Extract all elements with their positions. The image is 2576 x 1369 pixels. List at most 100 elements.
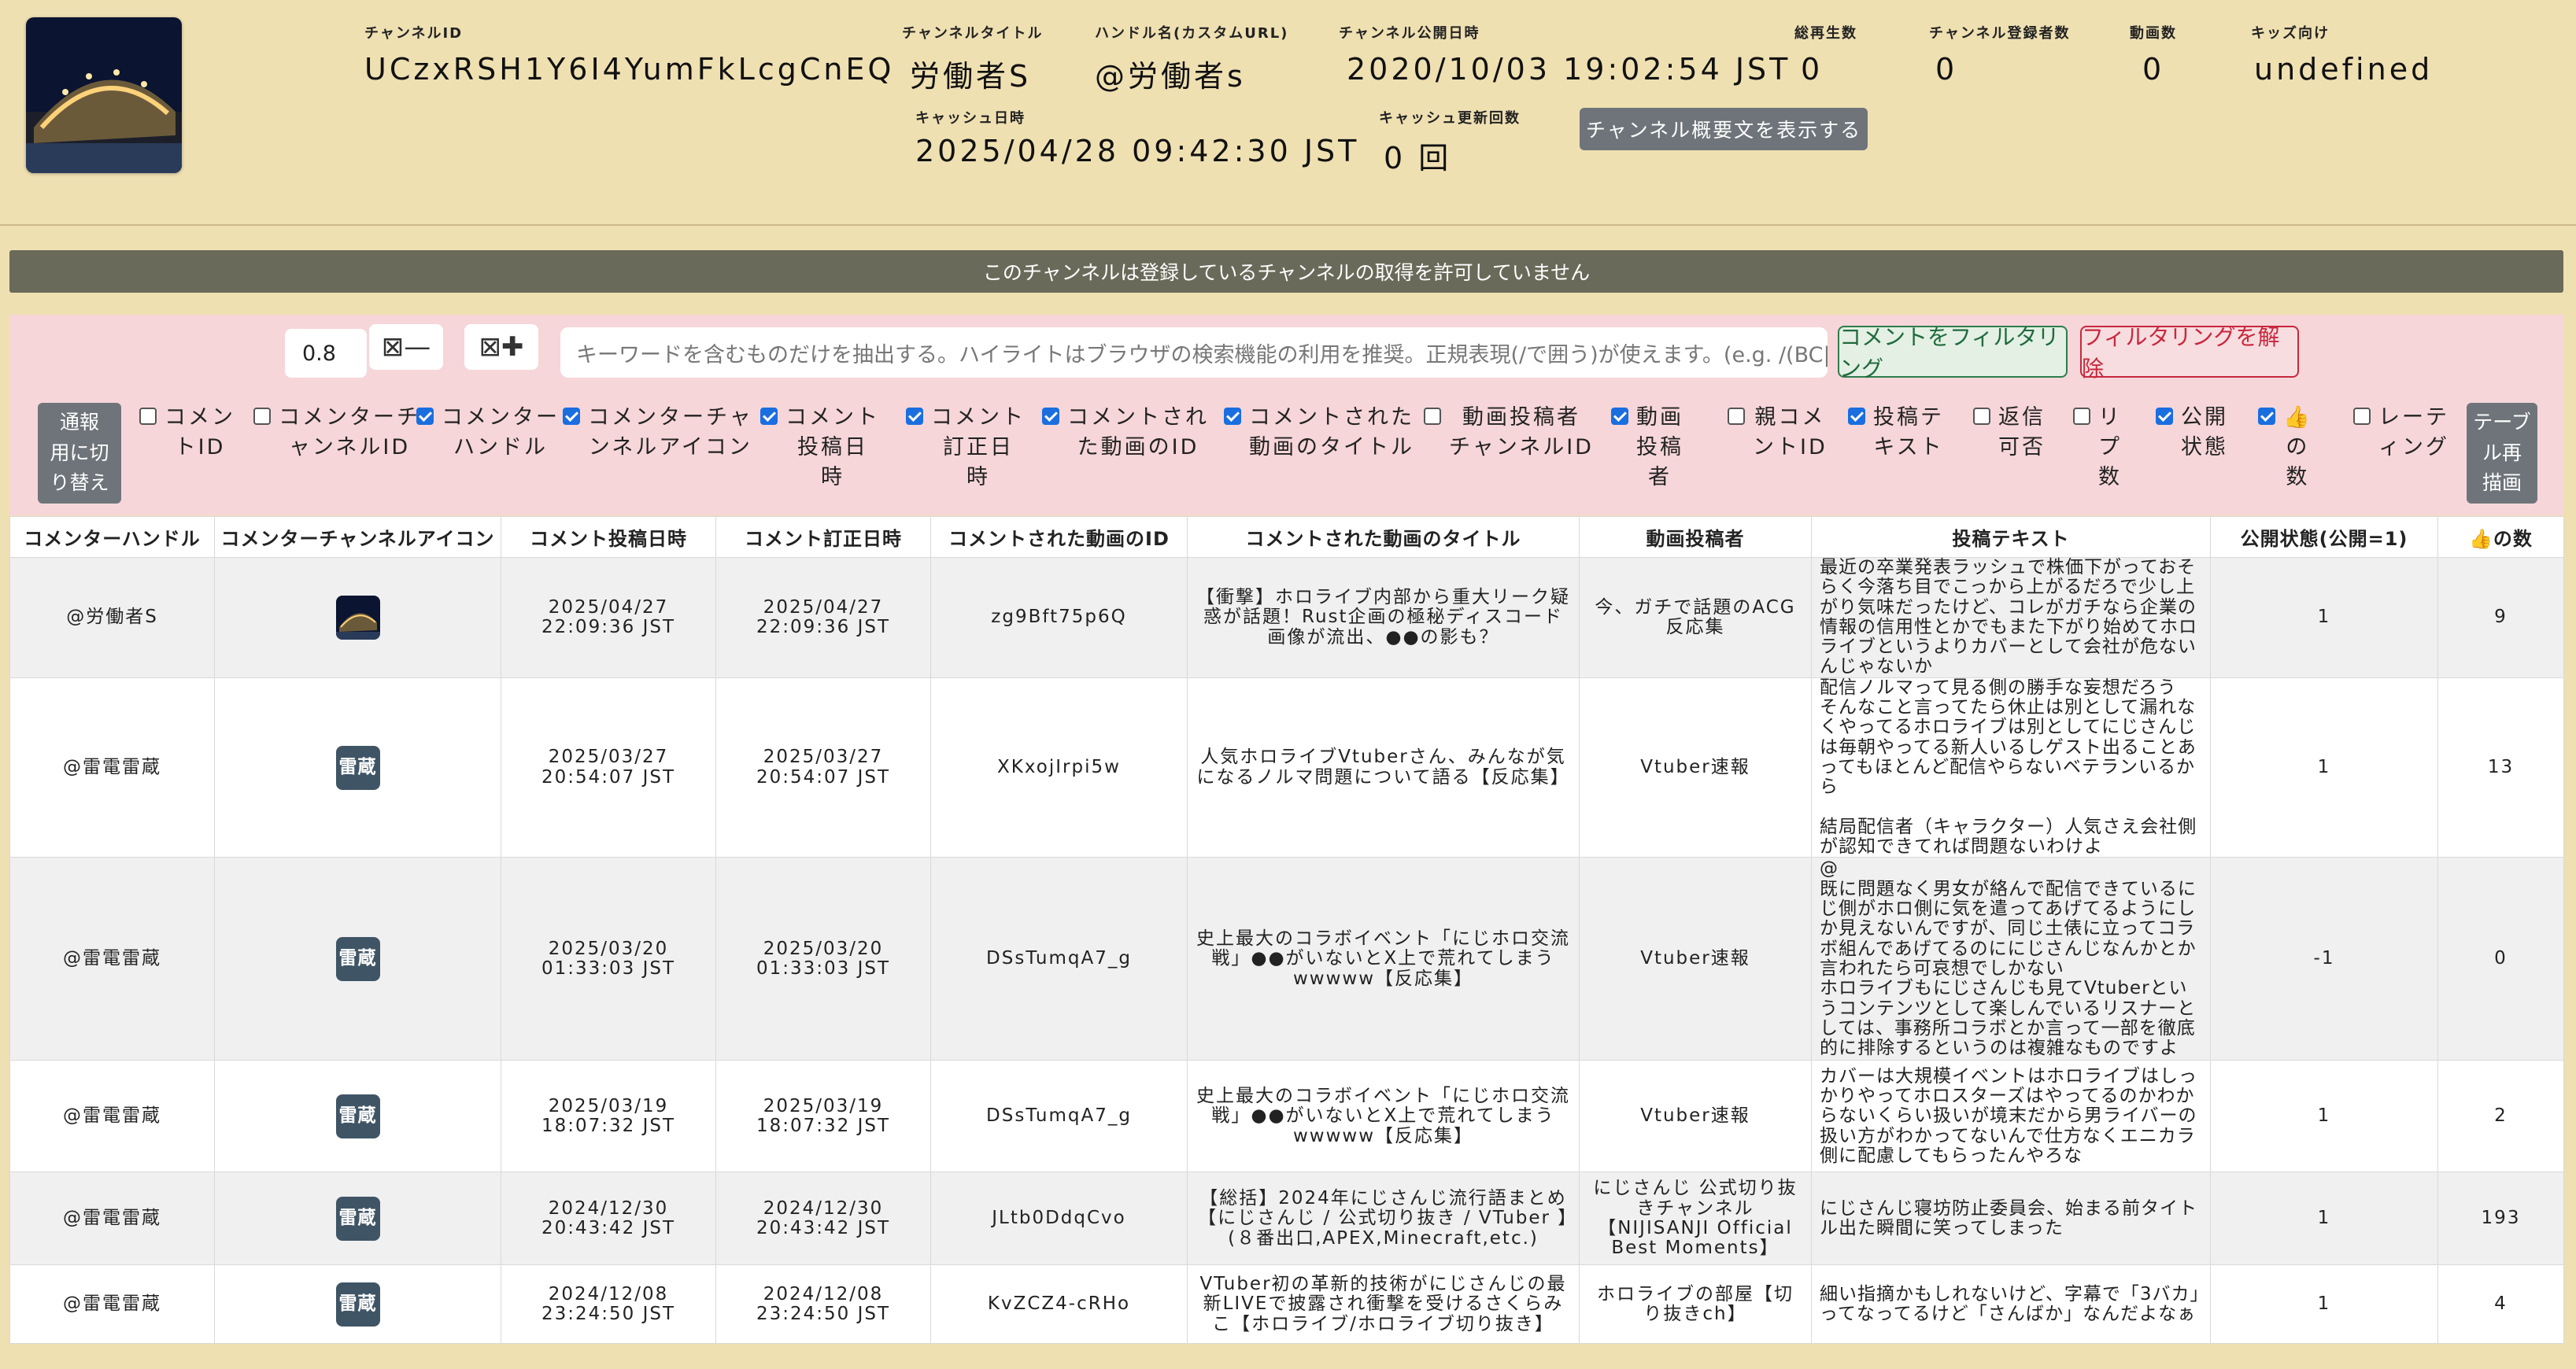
table-row[interactable]: @雷電雷蔵 雷蔵 2025/03/27 20:54:07 JST 2025/03/27… [9,677,2564,858]
column-toggle[interactable]: コメント 投稿日 時 [760,403,880,492]
table-row[interactable]: @雷電雷蔵 雷蔵 2024/12/08 23:24:50 JST 2024/12/08… [9,1264,2564,1345]
column-toggle[interactable]: コメントされた 動画のタイトル [1224,403,1414,463]
cell-posted: 2025/03/27 20:54:07 JST [501,677,716,858]
column-toggle[interactable]: 親コメ ントID [1728,403,1828,463]
column-header[interactable]: コメントされた動画のID [930,516,1188,558]
column-toggle-label: コメントされた 動画のタイトル [1249,405,1414,459]
checkbox[interactable] [1728,408,1745,425]
channel-avatar [26,17,182,173]
cell-status: 1 [2210,1060,2438,1173]
column-header[interactable]: 公開状態(公開=1) [2210,516,2438,558]
keyword-input[interactable]: キーワードを含むものだけを抽出する。ハイライトはブラウザの検索機能の利用を推奨。… [560,327,1828,378]
column-header[interactable]: コメント投稿日時 [501,516,716,558]
handle-block: ハンドル名(カスタムURL) @労働者s [1095,22,1288,95]
table-row[interactable]: @雷電雷蔵 雷蔵 2024/12/30 20:43:42 JST 2024/12/30… [9,1172,2564,1266]
checkbox[interactable] [2073,408,2090,425]
column-header[interactable]: コメンターハンドル [9,516,215,558]
column-header[interactable]: 動画投稿者 [1579,516,1812,558]
views-label: 総再生数 [1794,25,1857,42]
column-toggle[interactable]: コメント 訂正日 時 [906,403,1026,492]
commenter-icon-cell: 雷蔵 [214,857,501,1061]
cell-text: 配信ノルマって見る側の勝手な妄想だろう そんなこと言ってたら休止は別として漏れな… [1811,677,2211,858]
checkbox[interactable] [1611,408,1628,425]
column-toggle[interactable]: コメントされ た動画のID [1042,403,1209,463]
kids-value: undefined [2254,52,2434,87]
cell-handle: @労働者S [9,557,215,678]
cache-block: キャッシュ日時 2025/04/28 09:42:30 JST [915,107,1359,168]
cell-uploader: ホロライブの部屋【切り抜きch】 [1579,1264,1812,1345]
checkbox[interactable] [1042,408,1059,425]
checkbox[interactable] [1973,408,1990,425]
commenter-avatar: 雷蔵 [335,936,380,981]
column-toggle[interactable]: コメンターチ ャンネルID [253,403,420,463]
commenter-avatar: 雷蔵 [335,1282,380,1327]
cell-likes: 9 [2437,557,2564,678]
published-date: 2020/10/03 19:02:54 JST [1347,52,1791,87]
column-header[interactable]: 投稿テキスト [1811,516,2211,558]
clear-filter-button[interactable]: フィルタリングを解除 [2080,324,2299,382]
checkbox[interactable] [2353,408,2371,425]
table-header: コメンターハンドル コメンターチャンネルアイコン コメント投稿日時 コメント訂正日時コ… [9,516,2564,558]
cell-edited: 2025/04/27 22:09:36 JST [715,557,931,678]
channel-header: チャンネルID UCzxRSH1Y6I4YumFkLcgCnEQ チャンネルタイ… [0,0,2576,222]
cache-label: キャッシュ日時 [915,110,1026,127]
zoom-in-button[interactable]: ⊠✚ [464,324,538,370]
column-toggle[interactable]: 返信 可否 [1973,403,2046,463]
checkbox[interactable] [760,408,778,425]
table-row[interactable]: @雷電雷蔵 雷蔵 2025/03/19 18:07:32 JST 2025/03/19… [9,1060,2564,1173]
column-toggle[interactable]: 👍 の 数 [2258,403,2312,492]
column-header[interactable]: コメンターチャンネルアイコン [214,516,501,558]
report-mode-button[interactable]: 通報 用に切 り替え [38,403,121,504]
column-header[interactable]: 👍の数 [2437,516,2564,558]
column-toggle[interactable]: コメン トID [139,403,235,463]
checkbox[interactable] [1848,408,1865,425]
views-count: 0 [1801,52,1824,87]
cell-uploader: Vtuber速報 [1579,857,1812,1061]
checkbox[interactable] [2156,408,2173,425]
table-row[interactable]: @雷電雷蔵 雷蔵 2025/03/20 01:33:03 JST 2025/03/20… [9,857,2564,1061]
cell-posted: 2024/12/30 20:43:42 JST [501,1172,716,1266]
checkbox[interactable] [906,408,923,425]
checkbox[interactable] [253,408,271,425]
cell-video-title: 史上最大のコラボイベント「にじホロ交流戦」●●がいないとX上で荒れてしまうwww… [1187,857,1580,1061]
column-toggle[interactable]: 動画投稿者 チャンネルID [1424,403,1594,463]
cell-video-title: 史上最大のコラボイベント「にじホロ交流戦」●●がいないとX上で荒れてしまうwww… [1187,1060,1580,1173]
column-toggle[interactable]: コメンターチャ ンネルアイコン [563,403,753,463]
cell-likes: 4 [2437,1264,2564,1345]
column-toggle[interactable]: リ プ 数 [2073,403,2122,492]
column-toggle[interactable]: 動画 投稿 者 [1611,403,1683,492]
cell-edited: 2025/03/19 18:07:32 JST [715,1060,931,1173]
cell-posted: 2025/04/27 22:09:36 JST [501,557,716,678]
column-toggle[interactable]: 投稿テ キスト [1848,403,1944,463]
cell-posted: 2025/03/19 18:07:32 JST [501,1060,716,1173]
kids-label: キッズ向け [2251,25,2330,42]
column-toggle-label: 👍 の 数 [2283,405,2312,489]
checkbox[interactable] [1424,408,1441,425]
cell-status: -1 [2210,857,2438,1061]
checkbox[interactable] [1224,408,1241,425]
cell-text: 最近の卒業発表ラッシュで株価下がっておそらく今落ち目でこっから上がるだろで少し上… [1811,557,2211,678]
column-toggle-label: 返信 可否 [1998,405,2046,459]
subs-block: チャンネル登録者数 0 [1929,22,2070,87]
table-row[interactable]: @労働者S 2025/04/27 22:09:36 JST 2025/04/27 2… [9,557,2564,678]
column-header[interactable]: コメントされた動画のタイトル [1187,516,1580,558]
column-toggle[interactable]: レーテ ィング [2353,403,2449,463]
zoom-out-button[interactable]: ⊠— [369,324,443,370]
checkbox[interactable] [139,408,157,425]
cell-video-id: zg9Bft75p6Q [930,557,1188,678]
checkbox[interactable] [2258,408,2275,425]
redraw-table-button[interactable]: テーブ ル再 描画 [2467,403,2537,504]
zoom-value-input[interactable]: 0.8 [285,329,367,378]
checkbox[interactable] [563,408,580,425]
column-toggle[interactable]: コメンター ハンドル [416,403,560,463]
channel-id-label: チャンネルID [364,25,464,42]
show-description-button[interactable]: チャンネル概要文を表示する [1580,108,1868,150]
filter-comments-button[interactable]: コメントをフィルタリング [1838,324,2068,382]
cell-video-title: 【衝撃】ホロライブ内部から重大リーク疑惑が話題！Rust企画の極秘ディスコード画… [1187,557,1580,678]
column-toggle[interactable]: 公開 状態 [2156,403,2228,463]
header-divider [0,224,2576,226]
videos-block: 動画数 0 [2130,22,2177,87]
column-toggle-label: 公開 状態 [2181,405,2228,459]
column-header[interactable]: コメント訂正日時 [715,516,931,558]
checkbox[interactable] [416,408,434,425]
